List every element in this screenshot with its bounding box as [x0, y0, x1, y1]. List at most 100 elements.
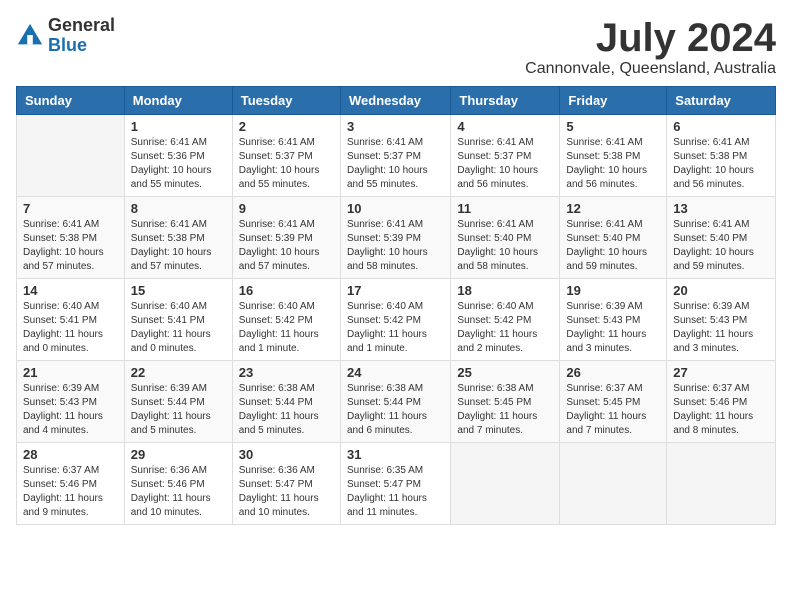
- day-number: 22: [131, 365, 226, 380]
- day-info: Sunrise: 6:38 AM Sunset: 5:45 PM Dayligh…: [457, 382, 553, 438]
- day-number: 13: [673, 201, 769, 216]
- table-row: 25 Sunrise: 6:38 AM Sunset: 5:45 PM Dayl…: [451, 361, 560, 443]
- day-number: 1: [131, 119, 226, 134]
- month-title: July 2024: [525, 16, 776, 60]
- table-row: 19 Sunrise: 6:39 AM Sunset: 5:43 PM Dayl…: [560, 279, 667, 361]
- day-info: Sunrise: 6:37 AM Sunset: 5:46 PM Dayligh…: [673, 382, 769, 438]
- sunset-text: Sunset: 5:38 PM: [23, 233, 97, 244]
- table-row: 21 Sunrise: 6:39 AM Sunset: 5:43 PM Dayl…: [17, 361, 125, 443]
- day-info: Sunrise: 6:36 AM Sunset: 5:47 PM Dayligh…: [239, 464, 334, 520]
- sunrise-text: Sunrise: 6:37 AM: [23, 465, 99, 476]
- sunset-text: Sunset: 5:43 PM: [673, 315, 747, 326]
- table-row: 26 Sunrise: 6:37 AM Sunset: 5:45 PM Dayl…: [560, 361, 667, 443]
- day-info: Sunrise: 6:41 AM Sunset: 5:38 PM Dayligh…: [131, 218, 226, 274]
- col-tuesday: Tuesday: [232, 87, 340, 115]
- table-row: 13 Sunrise: 6:41 AM Sunset: 5:40 PM Dayl…: [667, 197, 776, 279]
- daylight-text: Daylight: 11 hours and 7 minutes.: [457, 411, 537, 436]
- table-row: 20 Sunrise: 6:39 AM Sunset: 5:43 PM Dayl…: [667, 279, 776, 361]
- sunrise-text: Sunrise: 6:41 AM: [23, 219, 99, 230]
- logo: General Blue: [16, 16, 115, 56]
- sunset-text: Sunset: 5:38 PM: [673, 151, 747, 162]
- daylight-text: Daylight: 11 hours and 1 minute.: [239, 329, 319, 354]
- table-row: 18 Sunrise: 6:40 AM Sunset: 5:42 PM Dayl…: [451, 279, 560, 361]
- logo-general: General: [48, 16, 115, 36]
- table-row: 22 Sunrise: 6:39 AM Sunset: 5:44 PM Dayl…: [124, 361, 232, 443]
- table-row: 4 Sunrise: 6:41 AM Sunset: 5:37 PM Dayli…: [451, 115, 560, 197]
- col-thursday: Thursday: [451, 87, 560, 115]
- sunrise-text: Sunrise: 6:40 AM: [347, 301, 423, 312]
- day-info: Sunrise: 6:41 AM Sunset: 5:37 PM Dayligh…: [347, 136, 444, 192]
- day-info: Sunrise: 6:38 AM Sunset: 5:44 PM Dayligh…: [239, 382, 334, 438]
- table-row: [667, 443, 776, 525]
- day-number: 5: [566, 119, 660, 134]
- sunset-text: Sunset: 5:43 PM: [566, 315, 640, 326]
- daylight-text: Daylight: 11 hours and 10 minutes.: [131, 493, 211, 518]
- day-info: Sunrise: 6:41 AM Sunset: 5:38 PM Dayligh…: [23, 218, 118, 274]
- day-info: Sunrise: 6:37 AM Sunset: 5:45 PM Dayligh…: [566, 382, 660, 438]
- daylight-text: Daylight: 10 hours and 57 minutes.: [239, 247, 320, 272]
- daylight-text: Daylight: 11 hours and 5 minutes.: [239, 411, 319, 436]
- calendar-week-row: 1 Sunrise: 6:41 AM Sunset: 5:36 PM Dayli…: [17, 115, 776, 197]
- sunrise-text: Sunrise: 6:39 AM: [23, 383, 99, 394]
- day-number: 18: [457, 283, 553, 298]
- day-number: 21: [23, 365, 118, 380]
- day-info: Sunrise: 6:41 AM Sunset: 5:39 PM Dayligh…: [239, 218, 334, 274]
- day-number: 3: [347, 119, 444, 134]
- sunrise-text: Sunrise: 6:40 AM: [131, 301, 207, 312]
- sunrise-text: Sunrise: 6:41 AM: [457, 137, 533, 148]
- day-number: 4: [457, 119, 553, 134]
- day-number: 19: [566, 283, 660, 298]
- table-row: [17, 115, 125, 197]
- day-number: 30: [239, 447, 334, 462]
- table-row: 29 Sunrise: 6:36 AM Sunset: 5:46 PM Dayl…: [124, 443, 232, 525]
- logo-blue: Blue: [48, 36, 115, 56]
- sunset-text: Sunset: 5:44 PM: [131, 397, 205, 408]
- daylight-text: Daylight: 10 hours and 57 minutes.: [131, 247, 212, 272]
- sunset-text: Sunset: 5:44 PM: [347, 397, 421, 408]
- table-row: 12 Sunrise: 6:41 AM Sunset: 5:40 PM Dayl…: [560, 197, 667, 279]
- daylight-text: Daylight: 10 hours and 58 minutes.: [347, 247, 428, 272]
- sunrise-text: Sunrise: 6:39 AM: [131, 383, 207, 394]
- calendar-week-row: 7 Sunrise: 6:41 AM Sunset: 5:38 PM Dayli…: [17, 197, 776, 279]
- calendar-week-row: 28 Sunrise: 6:37 AM Sunset: 5:46 PM Dayl…: [17, 443, 776, 525]
- sunset-text: Sunset: 5:40 PM: [566, 233, 640, 244]
- table-row: 23 Sunrise: 6:38 AM Sunset: 5:44 PM Dayl…: [232, 361, 340, 443]
- day-number: 29: [131, 447, 226, 462]
- day-number: 8: [131, 201, 226, 216]
- sunset-text: Sunset: 5:47 PM: [347, 479, 421, 490]
- sunrise-text: Sunrise: 6:40 AM: [23, 301, 99, 312]
- daylight-text: Daylight: 10 hours and 55 minutes.: [131, 165, 212, 190]
- table-row: 9 Sunrise: 6:41 AM Sunset: 5:39 PM Dayli…: [232, 197, 340, 279]
- day-number: 31: [347, 447, 444, 462]
- day-info: Sunrise: 6:40 AM Sunset: 5:42 PM Dayligh…: [239, 300, 334, 356]
- table-row: 31 Sunrise: 6:35 AM Sunset: 5:47 PM Dayl…: [340, 443, 450, 525]
- day-info: Sunrise: 6:39 AM Sunset: 5:44 PM Dayligh…: [131, 382, 226, 438]
- daylight-text: Daylight: 11 hours and 3 minutes.: [566, 329, 646, 354]
- sunset-text: Sunset: 5:43 PM: [23, 397, 97, 408]
- table-row: 15 Sunrise: 6:40 AM Sunset: 5:41 PM Dayl…: [124, 279, 232, 361]
- sunrise-text: Sunrise: 6:36 AM: [131, 465, 207, 476]
- sunrise-text: Sunrise: 6:41 AM: [131, 137, 207, 148]
- table-row: 24 Sunrise: 6:38 AM Sunset: 5:44 PM Dayl…: [340, 361, 450, 443]
- day-info: Sunrise: 6:40 AM Sunset: 5:42 PM Dayligh…: [457, 300, 553, 356]
- sunrise-text: Sunrise: 6:39 AM: [566, 301, 642, 312]
- day-number: 11: [457, 201, 553, 216]
- daylight-text: Daylight: 10 hours and 57 minutes.: [23, 247, 104, 272]
- day-number: 14: [23, 283, 118, 298]
- table-row: 30 Sunrise: 6:36 AM Sunset: 5:47 PM Dayl…: [232, 443, 340, 525]
- table-row: 7 Sunrise: 6:41 AM Sunset: 5:38 PM Dayli…: [17, 197, 125, 279]
- daylight-text: Daylight: 11 hours and 0 minutes.: [23, 329, 103, 354]
- daylight-text: Daylight: 11 hours and 1 minute.: [347, 329, 427, 354]
- sunrise-text: Sunrise: 6:39 AM: [673, 301, 749, 312]
- day-info: Sunrise: 6:41 AM Sunset: 5:40 PM Dayligh…: [673, 218, 769, 274]
- sunset-text: Sunset: 5:41 PM: [131, 315, 205, 326]
- daylight-text: Daylight: 11 hours and 11 minutes.: [347, 493, 427, 518]
- day-number: 7: [23, 201, 118, 216]
- sunrise-text: Sunrise: 6:41 AM: [673, 219, 749, 230]
- daylight-text: Daylight: 11 hours and 10 minutes.: [239, 493, 319, 518]
- day-info: Sunrise: 6:40 AM Sunset: 5:41 PM Dayligh…: [23, 300, 118, 356]
- sunset-text: Sunset: 5:38 PM: [131, 233, 205, 244]
- title-section: July 2024 Cannonvale, Queensland, Austra…: [525, 16, 776, 78]
- daylight-text: Daylight: 11 hours and 6 minutes.: [347, 411, 427, 436]
- day-info: Sunrise: 6:41 AM Sunset: 5:37 PM Dayligh…: [239, 136, 334, 192]
